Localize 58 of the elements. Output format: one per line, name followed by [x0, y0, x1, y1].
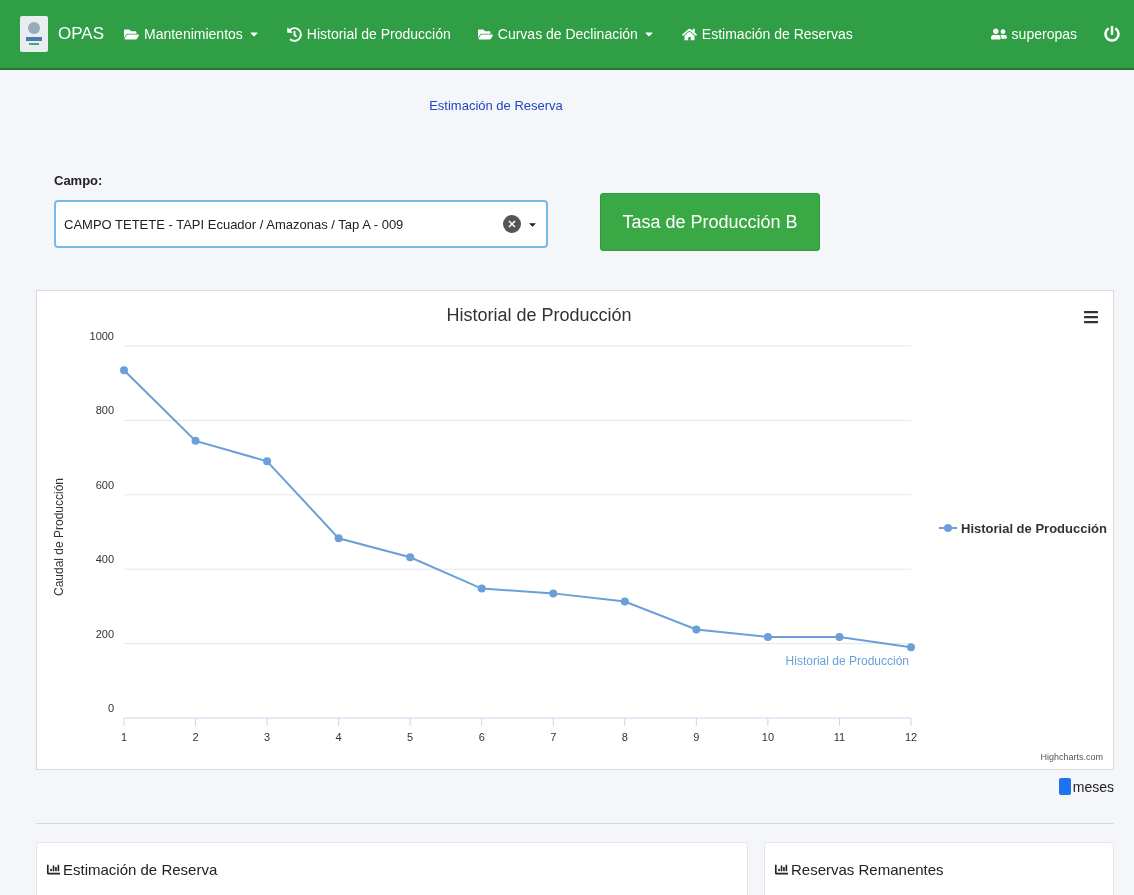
users-icon — [990, 26, 1007, 42]
user-menu[interactable]: superopas — [990, 26, 1077, 42]
legend-item[interactable]: Historial de Producción — [938, 521, 1107, 536]
x-tick-label: 11 — [833, 731, 846, 743]
chart-title: Historial de Producción — [446, 305, 632, 325]
bar-chart-icon — [775, 863, 788, 876]
data-point — [263, 457, 272, 466]
card-title: Estimación de Reserva — [47, 861, 218, 878]
y-tick-label: 800 — [95, 404, 114, 417]
x-tick-label: 8 — [621, 731, 628, 743]
field-label: Campo: — [54, 173, 104, 188]
data-point — [191, 436, 200, 445]
history-icon — [286, 26, 302, 42]
legend-label: meses — [1072, 778, 1114, 795]
y-tick-label: 0 — [107, 702, 114, 714]
nav-link[interactable]: Curvas de Declinación — [477, 26, 655, 42]
brand-name[interactable]: OPAS — [58, 24, 104, 44]
y-tick-label: 200 — [95, 627, 114, 640]
data-point — [620, 597, 629, 606]
x-tick-label: 4 — [335, 731, 342, 743]
chart-credits[interactable]: Highcharts.com — [1040, 752, 1103, 762]
card-title: Reservas Remanentes — [775, 861, 944, 878]
campo-select[interactable]: CAMPO TETETE - TAPI Ecuador / Amazonas / Tap A - 009 — [54, 200, 548, 248]
data-point — [406, 553, 415, 562]
data-point — [907, 643, 915, 652]
bar-chart-icon — [47, 863, 60, 876]
data-point — [835, 632, 844, 641]
data-point — [477, 584, 486, 593]
logo-icon[interactable] — [20, 16, 48, 52]
data-point — [120, 366, 128, 375]
y-tick-label: 1000 — [89, 330, 114, 342]
x-tick-label: 2 — [192, 731, 199, 743]
nav-link[interactable]: Mantenimientos — [124, 26, 260, 42]
breadcrumb-link[interactable]: Estimación de Reserva — [36, 98, 956, 113]
home-icon — [681, 26, 697, 42]
legend-swatch — [1058, 778, 1071, 795]
nav-link[interactable]: Estimación de Reservas — [681, 26, 853, 42]
x-tick-label: 10 — [761, 731, 775, 743]
nav-link[interactable]: Historial de Producción — [286, 26, 451, 42]
series-label: Historial de Producción — [785, 654, 909, 669]
x-tick-label: 9 — [693, 731, 700, 743]
x-tick-label: 7 — [550, 731, 557, 743]
menu-icon[interactable] — [1083, 309, 1099, 325]
y-axis-title: Caudal de Producción — [52, 477, 66, 597]
data-point — [692, 625, 701, 634]
x-tick-label: 1 — [120, 731, 128, 743]
y-tick-label: 400 — [95, 553, 114, 566]
power-icon[interactable] — [1104, 26, 1120, 42]
x-tick-label: 3 — [264, 731, 271, 743]
x-tick-label: 5 — [407, 731, 414, 743]
clear-icon[interactable] — [503, 215, 521, 233]
data-point — [549, 589, 558, 598]
production-rate-button[interactable]: Tasa de Producción B — [600, 193, 820, 251]
x-tick-label: 6 — [478, 731, 485, 743]
x-tick-label: 12 — [904, 731, 918, 743]
data-point — [763, 632, 772, 641]
data-point — [334, 534, 343, 543]
y-tick-label: 600 — [95, 478, 114, 491]
